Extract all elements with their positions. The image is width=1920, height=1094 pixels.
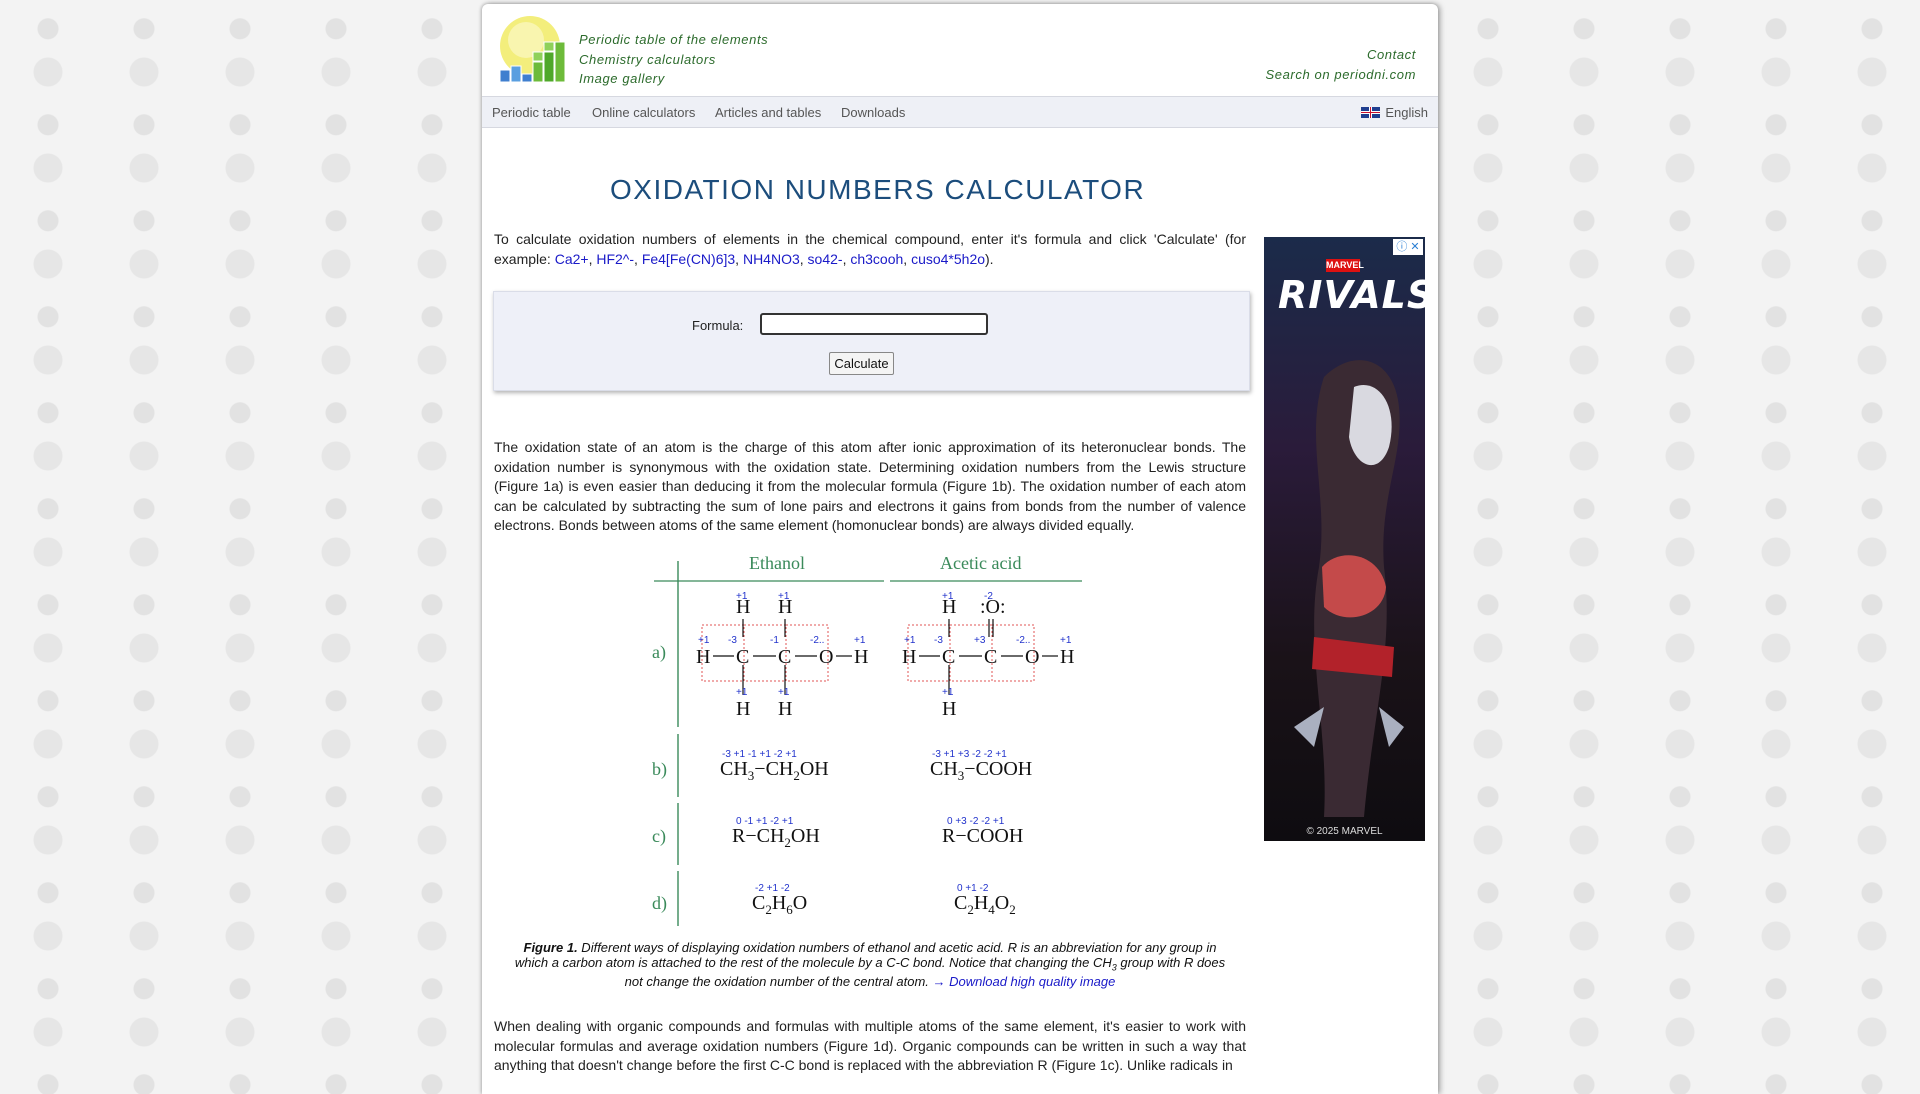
svg-text:C: C [778, 646, 791, 668]
link-image-gallery[interactable]: Image gallery [579, 69, 768, 89]
ad-footer: © 2025 MARVEL [1306, 826, 1383, 837]
example-link[interactable]: NH4NO3 [743, 251, 800, 267]
svg-text:+1: +1 [736, 687, 748, 698]
fig-header-acetic-acid: Acetic acid [940, 553, 1021, 573]
ad-character-image [1294, 360, 1404, 817]
fig-lewis-acetic-acid: HCCOH H:O:H +1 -2+1 -3 +3 -2.. +1+1 [902, 591, 1074, 720]
svg-text:H: H [942, 698, 956, 720]
svg-text:-3: -3 [934, 635, 943, 646]
svg-text:+1: +1 [942, 591, 954, 602]
svg-text:O: O [819, 646, 833, 668]
formula-label: Formula: [692, 318, 744, 333]
fig-lewis-ethanol: HCCOH H HH H +1 +1+1 -3 -1 -2.. +1+1 +1 [696, 591, 868, 720]
calculator-form: Formula: Calculate [493, 291, 1250, 391]
fig-row-d: d) [652, 893, 667, 914]
svg-text:+1: +1 [854, 635, 866, 646]
svg-text:H: H [1060, 646, 1074, 668]
example-link[interactable]: Fe4[Fe(CN)6]3 [642, 251, 735, 267]
figure-caption: Figure 1. Different ways of displaying o… [514, 940, 1226, 989]
svg-text:-2: -2 [984, 591, 993, 602]
example-link[interactable]: ch3cooh [850, 251, 903, 267]
header-right-links: Contact Search on periodni.com [1266, 45, 1417, 84]
svg-text:C: C [942, 646, 955, 668]
link-contact[interactable]: Contact [1266, 45, 1417, 65]
svg-text:H: H [696, 646, 710, 668]
svg-text:+1: +1 [778, 591, 790, 602]
fig-row-b: b) [652, 759, 667, 780]
svg-text:+1: +1 [1060, 635, 1072, 646]
link-periodic-table-elements[interactable]: Periodic table of the elements [579, 30, 768, 50]
svg-text:-3: -3 [728, 635, 737, 646]
caption-label: Figure 1. [523, 940, 578, 955]
header-links: Periodic table of the elements Chemistry… [579, 30, 768, 89]
svg-text:H: H [778, 698, 792, 720]
language-selector[interactable]: English [1361, 105, 1428, 120]
nav-item-downloads[interactable]: Downloads [841, 105, 905, 120]
svg-text:+1: +1 [698, 635, 710, 646]
ad-title: RIVALS [1278, 273, 1425, 317]
fig-formula-ethanol-c: R−CH2OH [732, 825, 820, 850]
svg-text:-2..: -2.. [1016, 635, 1030, 646]
svg-text:H: H [902, 646, 916, 668]
svg-text:+1: +1 [736, 591, 748, 602]
nav-item-online-calculators[interactable]: Online calculators [592, 105, 695, 120]
uk-flag-icon [1361, 107, 1381, 118]
svg-text:+1: +1 [904, 635, 916, 646]
fig-row-c: c) [652, 826, 666, 847]
example-link[interactable]: cuso4*5h2o [911, 251, 985, 267]
organic-compounds-paragraph: When dealing with organic compounds and … [494, 1018, 1246, 1073]
example-link[interactable]: so42- [808, 251, 843, 267]
svg-text:-1: -1 [770, 635, 779, 646]
link-chemistry-calculators[interactable]: Chemistry calculators [579, 50, 768, 70]
download-image-link[interactable]: → Download high quality image [933, 974, 1116, 989]
svg-text:+3: +3 [974, 635, 986, 646]
nav-item-periodic-table[interactable]: Periodic table [492, 105, 571, 120]
fig-formula-acetic-b: CH3−COOH [930, 758, 1032, 783]
svg-text:-2..: -2.. [810, 635, 824, 646]
fig-formula-acetic-c: R−COOH [942, 825, 1023, 847]
example-link[interactable]: Ca2+ [555, 251, 589, 267]
page-title: OXIDATION NUMBERS CALCULATOR [610, 174, 1146, 205]
oxidation-state-paragraph: The oxidation state of an atom is the ch… [494, 439, 1246, 533]
svg-text:H: H [854, 646, 868, 668]
nav-item-articles-tables[interactable]: Articles and tables [715, 105, 821, 120]
svg-text:+1: +1 [942, 687, 954, 698]
language-label: English [1385, 105, 1428, 120]
ad-brand: MARVEL [1326, 259, 1364, 272]
formula-input[interactable] [760, 313, 988, 335]
fig-formula-ethanol-b: CH3−CH2OH [720, 758, 829, 783]
svg-text:C: C [736, 646, 749, 668]
nav-bar: Periodic table Online calculators Articl… [482, 96, 1438, 128]
ad-close-icon[interactable]: ⓘ ✕ [1393, 239, 1423, 255]
svg-text:O: O [1025, 646, 1039, 668]
intro-paragraph: To calculate oxidation numbers of elemen… [494, 231, 1246, 267]
fig-formula-ethanol-d: C2H6O [752, 892, 807, 917]
figure-oxidation-numbers[interactable]: Ethanol Acetic acid a) b) c) d) HCCOH H … [652, 549, 1082, 926]
svg-text:H: H [736, 698, 750, 720]
svg-text:+1: +1 [778, 687, 790, 698]
site-logo[interactable] [496, 14, 574, 92]
calculate-button[interactable]: Calculate [829, 352, 894, 375]
example-link[interactable]: HF2^- [596, 251, 634, 267]
advertisement-banner[interactable]: MARVEL RIVALS ⓘ ✕ © 2025 MARVEL [1264, 237, 1425, 841]
fig-row-a: a) [652, 642, 666, 663]
fig-formula-acetic-d: C2H4O2 [954, 892, 1016, 917]
page-container: Periodic table of the elements Chemistry… [482, 4, 1438, 1094]
link-search[interactable]: Search on periodni.com [1266, 65, 1417, 85]
fig-header-ethanol: Ethanol [749, 553, 805, 573]
svg-text:C: C [984, 646, 997, 668]
